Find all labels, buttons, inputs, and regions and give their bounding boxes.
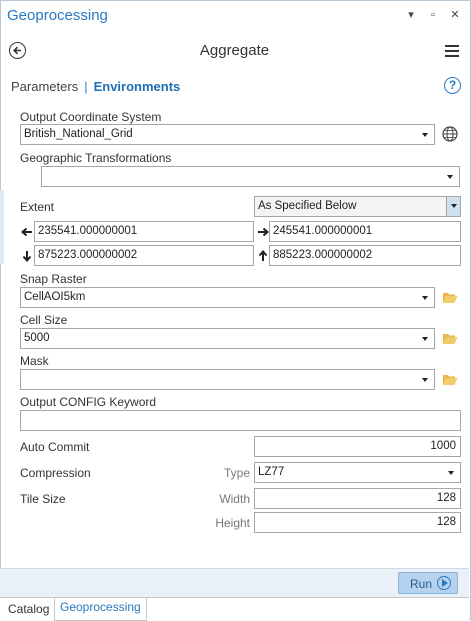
bottom-tab-strip: Catalog Geoprocessing — [0, 597, 469, 621]
help-icon[interactable]: ? — [444, 77, 461, 94]
extent-bottom-input[interactable]: 875223.000000002 — [34, 245, 254, 266]
snap-raster-dropdown[interactable]: CellAOI5km — [20, 287, 435, 308]
tool-header: Aggregate — [0, 34, 469, 68]
mask-label: Mask — [20, 354, 49, 368]
output-config-keyword-label: Output CONFIG Keyword — [20, 395, 157, 409]
globe-icon[interactable] — [442, 126, 458, 142]
selected-row-indicator — [0, 190, 4, 264]
tile-width-input[interactable]: 128 — [254, 488, 461, 509]
extent-right-input[interactable]: 245541.000000001 — [269, 221, 461, 242]
mask-dropdown[interactable] — [20, 369, 435, 390]
tile-width-label: Width — [219, 492, 250, 506]
folder-open-icon[interactable] — [442, 373, 458, 386]
extent-label: Extent — [20, 200, 55, 214]
cell-size-dropdown[interactable]: 5000 — [20, 328, 435, 349]
extent-mode-button[interactable] — [446, 197, 460, 216]
left-arrow-icon — [21, 227, 32, 237]
snap-raster-value: CellAOI5km — [24, 291, 86, 303]
output-coordinate-system-label: Output Coordinate System — [20, 110, 162, 124]
geographic-transformations-label: Geographic Transformations — [20, 151, 172, 165]
tile-width-value: 128 — [436, 492, 456, 504]
window-controls: ▾ ▫ ✕ — [405, 9, 461, 21]
chevron-down-icon — [422, 378, 428, 382]
compression-type-label: Type — [223, 466, 250, 480]
tool-title: Aggregate — [199, 42, 270, 59]
tab-separator: | — [84, 79, 88, 94]
tab-environments[interactable]: Environments — [94, 79, 181, 94]
snap-raster-label: Snap Raster — [20, 272, 87, 286]
extent-top-value: 885223.000000002 — [273, 249, 373, 261]
menu-icon[interactable] — [445, 45, 459, 60]
run-button[interactable]: Run — [398, 572, 458, 594]
chevron-down-icon — [422, 133, 428, 137]
tab-parameters[interactable]: Parameters — [11, 79, 78, 94]
folder-open-icon[interactable] — [442, 291, 458, 304]
cell-size-value: 5000 — [24, 332, 50, 344]
extent-left-input[interactable]: 235541.000000001 — [34, 221, 254, 242]
extent-mode-value: As Specified Below — [258, 200, 357, 212]
pane-title: Geoprocessing — [7, 7, 108, 24]
folder-open-icon[interactable] — [442, 332, 458, 345]
pane-options-chevron-icon[interactable]: ▾ — [405, 9, 417, 21]
pane-titlebar: Geoprocessing ▾ ▫ ✕ — [0, 0, 469, 32]
cell-size-label: Cell Size — [20, 313, 68, 327]
compression-type-dropdown[interactable]: LZ77 — [254, 462, 461, 483]
extent-bottom-value: 875223.000000002 — [38, 249, 138, 261]
output-coordinate-system-value: British_National_Grid — [24, 128, 133, 140]
compression-label: Compression — [20, 466, 91, 480]
extent-mode-dropdown[interactable]: As Specified Below — [254, 196, 461, 217]
tab-catalog[interactable]: Catalog — [3, 600, 54, 618]
auto-commit-value: 1000 — [430, 440, 456, 452]
run-label: Run — [410, 577, 433, 591]
tab-geoprocessing[interactable]: Geoprocessing — [54, 598, 147, 621]
chevron-down-icon — [448, 471, 454, 475]
extent-left-value: 235541.000000001 — [38, 225, 138, 237]
geographic-transformations-dropdown[interactable] — [41, 166, 460, 187]
chevron-down-icon — [422, 337, 428, 341]
pane-close-icon[interactable]: ✕ — [449, 9, 461, 21]
up-arrow-icon — [258, 250, 268, 261]
tile-height-value: 128 — [436, 516, 456, 528]
right-arrow-icon — [258, 227, 269, 237]
extent-top-input[interactable]: 885223.000000002 — [269, 245, 461, 266]
tool-tabs: Parameters | Environments — [11, 79, 180, 94]
compression-type-value: LZ77 — [258, 466, 285, 478]
auto-commit-input[interactable]: 1000 — [254, 436, 461, 457]
play-icon — [437, 576, 451, 590]
down-arrow-icon — [22, 251, 32, 262]
output-coordinate-system-dropdown[interactable]: British_National_Grid — [20, 124, 435, 145]
extent-right-value: 245541.000000001 — [273, 225, 373, 237]
auto-commit-label: Auto Commit — [20, 440, 90, 454]
chevron-down-icon — [451, 204, 457, 208]
tile-height-label: Height — [215, 516, 250, 530]
pane-restore-icon[interactable]: ▫ — [427, 9, 439, 21]
tile-size-label: Tile Size — [20, 492, 66, 506]
tile-height-input[interactable]: 128 — [254, 512, 461, 533]
chevron-down-icon — [422, 296, 428, 300]
chevron-down-icon — [447, 175, 453, 179]
output-config-keyword-input[interactable] — [20, 410, 461, 431]
